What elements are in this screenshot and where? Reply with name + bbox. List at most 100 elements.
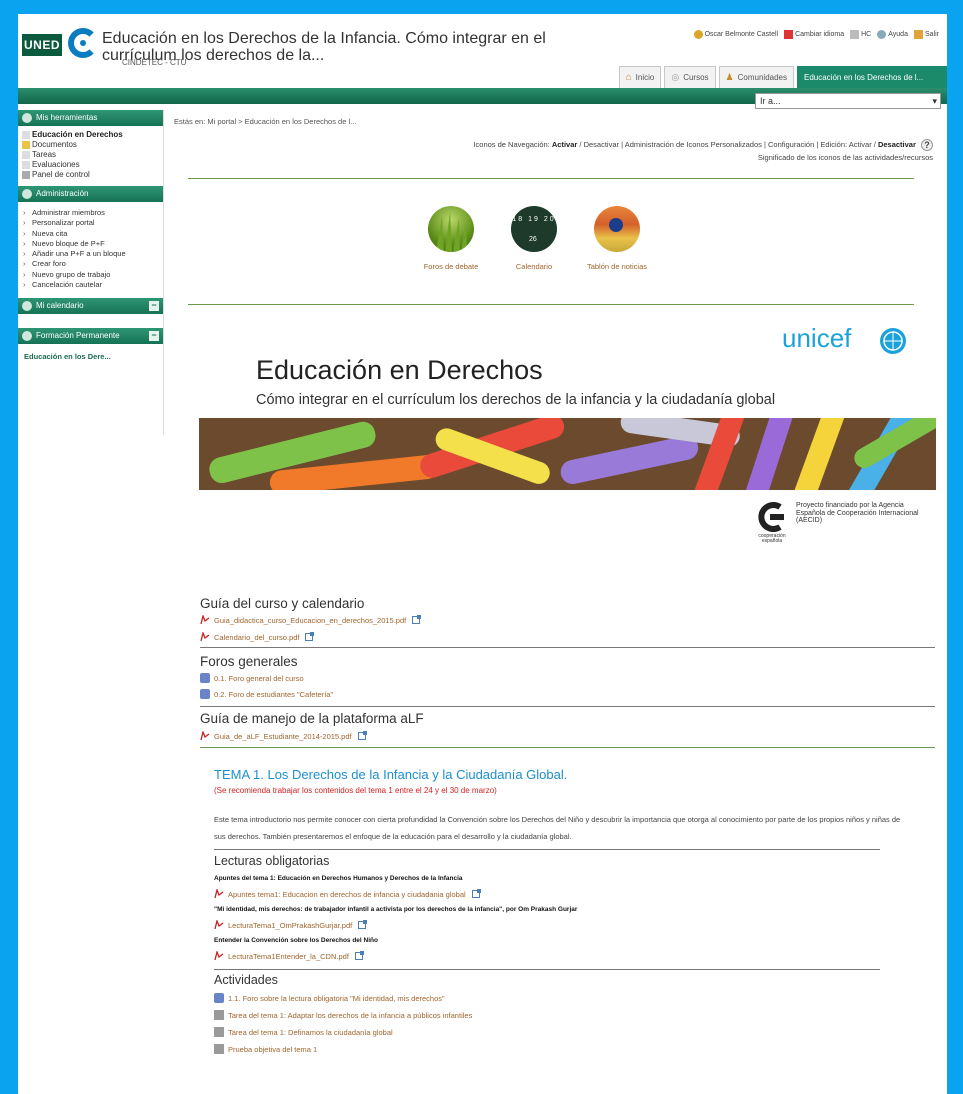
forum-grass-icon[interactable] xyxy=(428,206,474,252)
page: UNED Educación en los Derechos de la Inf… xyxy=(18,14,947,1094)
gear-icon xyxy=(22,189,32,199)
activity-link[interactable]: 1.1. Foro sobre la lectura obligatoria "… xyxy=(214,993,445,1003)
site-subtitle: CINDETEC - CTU xyxy=(122,58,187,67)
course-subtitle: Cómo integrar en el currículum los derec… xyxy=(256,392,776,408)
collapse-icon[interactable]: − xyxy=(149,301,159,312)
admin-item[interactable]: Personalizar portal xyxy=(18,218,163,229)
sidebar-header-administracion[interactable]: Administración xyxy=(18,186,163,202)
quick-tool-label[interactable]: Calendario xyxy=(499,261,569,272)
formacion-course-link[interactable]: Educación en los Dere... xyxy=(18,352,163,361)
admin-item[interactable]: Nuevo bloque de P+F xyxy=(18,239,163,250)
external-link-icon[interactable] xyxy=(358,920,368,929)
hc-link[interactable]: HC xyxy=(850,30,871,39)
config-link[interactable]: Configuración xyxy=(768,140,814,149)
courses-icon: ◎ xyxy=(671,72,680,82)
help-question-icon[interactable]: ? xyxy=(921,139,933,152)
quick-tool-label[interactable]: Foros de debate xyxy=(416,261,486,272)
calendar-icon[interactable]: 18 19 20 26 xyxy=(511,206,557,252)
section-title: Guía del curso y calendario xyxy=(200,596,365,611)
divider xyxy=(188,178,914,179)
section-divider xyxy=(200,706,935,707)
quick-tool-label[interactable]: Tablón de noticias xyxy=(582,261,652,272)
edit-desactivar-link[interactable]: Desactivar xyxy=(878,140,916,149)
section-divider xyxy=(214,849,880,850)
lectura-link[interactable]: LecturaTema1Entender_la_CDN.pdf xyxy=(214,949,364,961)
resource-link[interactable]: Calendario_del_curso.pdf xyxy=(200,630,315,642)
sidebar-item-panel[interactable]: Panel de control xyxy=(18,170,163,180)
sidebar-item-tareas[interactable]: Tareas xyxy=(18,150,163,160)
resource-link[interactable]: Guia_didactica_curso_Educacion_en_derech… xyxy=(200,613,422,625)
section-divider xyxy=(200,647,935,648)
folder-icon xyxy=(22,141,30,149)
activity-link[interactable]: Prueba objetiva del tema 1 xyxy=(214,1044,317,1054)
help-icon xyxy=(877,30,887,39)
sidebar-header-formacion[interactable]: Formación Permanente − xyxy=(18,328,163,345)
external-link-icon[interactable] xyxy=(305,632,315,641)
admin-item[interactable]: Nueva cita xyxy=(18,229,163,240)
pencil-icon xyxy=(22,131,30,139)
admin-item[interactable]: Crear foro xyxy=(18,259,163,270)
sidebar: Mis herramientas Educación en Derechos D… xyxy=(18,110,164,435)
exit-icon xyxy=(913,30,923,39)
admin-item[interactable]: Añadir una P+F a un bloque xyxy=(18,249,163,260)
lectura-heading: Apuntes del tema 1: Educación en Derecho… xyxy=(214,875,463,882)
sidebar-item-documentos[interactable]: Documentos xyxy=(18,140,163,150)
sidebar-header-mis-herramientas[interactable]: Mis herramientas xyxy=(18,110,163,126)
news-pin-icon xyxy=(609,218,623,232)
tema-note: (Se recomienda trabajar los contenidos d… xyxy=(214,786,497,795)
external-link-icon[interactable] xyxy=(357,731,367,740)
pdf-icon xyxy=(214,918,224,930)
change-language-link[interactable]: Cambiar idioma xyxy=(784,30,844,39)
formation-icon xyxy=(22,331,32,342)
news-board-icon[interactable] xyxy=(594,206,640,252)
logout-link[interactable]: Salir xyxy=(913,30,939,39)
user-link[interactable]: Oscar Belmonte Castell xyxy=(693,30,778,39)
help-link[interactable]: Ayuda xyxy=(877,30,908,39)
nav-activar-link[interactable]: Activar xyxy=(552,140,577,149)
resource-link[interactable]: 0.2. Foro de estudiantes "Cafetería" xyxy=(200,689,333,699)
unicef-logo: unicef xyxy=(782,323,852,353)
uned-c-logo-icon xyxy=(68,28,98,58)
section-divider xyxy=(200,747,935,748)
task-icon xyxy=(214,1010,224,1020)
sidebar-item-evaluaciones[interactable]: Evaluaciones xyxy=(18,160,163,170)
admin-item[interactable]: Cancelación cautelar xyxy=(18,280,163,291)
admin-icons-link[interactable]: Administración de Iconos Personalizados xyxy=(625,140,762,149)
collapse-icon[interactable]: − xyxy=(149,331,159,342)
tema-description: Este tema introductorio nos permite cono… xyxy=(214,815,901,841)
lectura-link[interactable]: LecturaTema1_OmPrakashGurjar.pdf xyxy=(214,918,368,930)
resource-link[interactable]: 0.1. Foro general del curso xyxy=(200,673,304,683)
resource-link[interactable]: Guia_de_aLF_Estudiante_2014-2015.pdf xyxy=(200,729,367,741)
nav-desactivar-link[interactable]: Desactivar xyxy=(584,140,619,149)
external-link-icon[interactable] xyxy=(412,615,422,624)
tab-comunidades[interactable]: ♟ Comunidades xyxy=(718,66,794,88)
uned-logo[interactable]: UNED xyxy=(22,34,62,56)
sidebar-item-educacion[interactable]: Educación en Derechos xyxy=(18,130,163,140)
activity-link[interactable]: Tarea del tema 1: Adaptar los derechos d… xyxy=(214,1010,472,1020)
tab-cursos[interactable]: ◎ Cursos xyxy=(664,66,716,88)
admin-item[interactable]: Nuevo grupo de trabajo xyxy=(18,270,163,281)
calendar-number: 26 xyxy=(529,236,537,243)
cooperacion-label: cooperación española xyxy=(758,533,786,544)
divider xyxy=(188,304,914,305)
sidebar-header-mi-calendario[interactable]: Mi calendario − xyxy=(18,298,163,315)
tab-inicio[interactable]: ⌂ Inicio xyxy=(618,66,662,88)
panel-icon xyxy=(22,171,30,179)
task-pencil-icon xyxy=(22,151,30,159)
course-title: Educación en Derechos xyxy=(256,355,543,385)
forum-icon xyxy=(214,993,224,1003)
tab-current-course[interactable]: Educación en los Derechos de l... xyxy=(797,66,947,88)
icon-meaning-link[interactable]: Significado de los iconos de las activid… xyxy=(473,151,933,164)
lectura-link[interactable]: Apuntes tema1: Educacion en derechos de … xyxy=(214,887,481,899)
external-link-icon[interactable] xyxy=(354,951,364,960)
admin-item[interactable]: Administrar miembros xyxy=(18,208,163,219)
go-to-select[interactable]: Ir a... xyxy=(755,93,941,109)
activity-link[interactable]: Tarea del tema 1: Definamos la ciudadaní… xyxy=(214,1027,393,1037)
header: UNED Educación en los Derechos de la Inf… xyxy=(18,14,947,88)
section-divider xyxy=(214,969,880,970)
external-link-icon[interactable] xyxy=(471,889,481,898)
pdf-icon xyxy=(200,613,210,625)
edit-activar-link[interactable]: Activar xyxy=(849,140,872,149)
lecturas-title: Lecturas obligatorias xyxy=(214,854,330,868)
hc-icon xyxy=(850,30,860,39)
